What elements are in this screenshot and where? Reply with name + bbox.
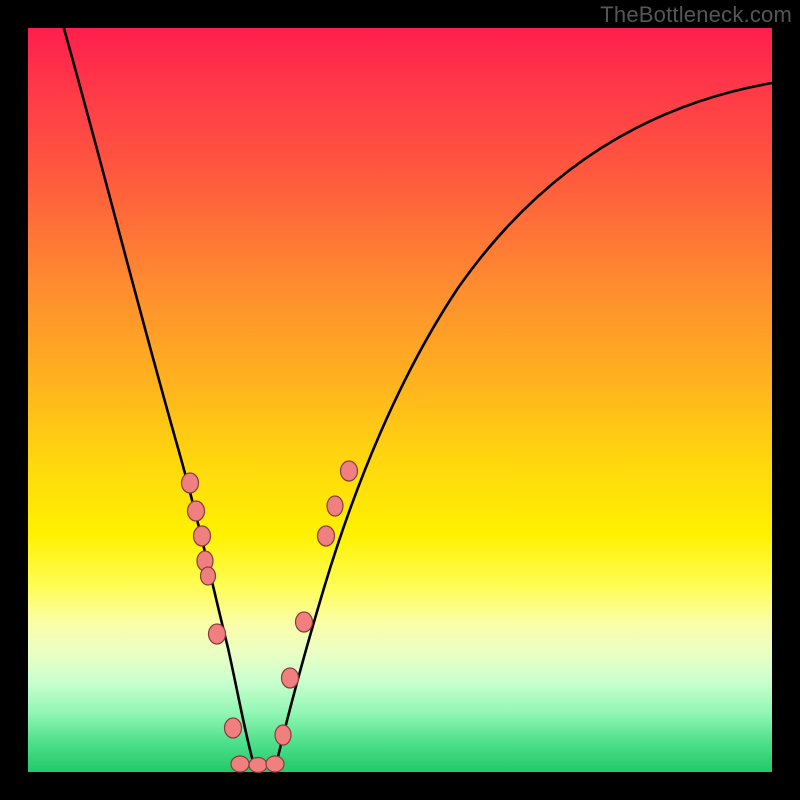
right-dot-cluster — [275, 461, 358, 745]
chart-plot-area — [28, 28, 772, 772]
chart-svg — [28, 28, 772, 772]
main-curve — [61, 18, 772, 765]
left-dot-cluster — [182, 473, 285, 773]
chart-frame: TheBottleneck.com — [0, 0, 800, 800]
watermark-text: TheBottleneck.com — [600, 2, 792, 28]
